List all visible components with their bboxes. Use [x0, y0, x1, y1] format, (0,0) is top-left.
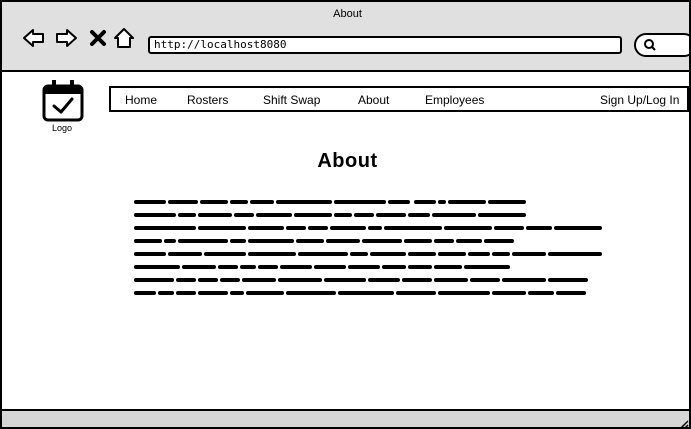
- back-arrow-icon[interactable]: [22, 26, 46, 50]
- status-bar: [2, 409, 689, 429]
- nav-rosters[interactable]: Rosters: [187, 93, 228, 107]
- nav-shift-swap[interactable]: Shift Swap: [263, 93, 320, 107]
- search-icon: [644, 39, 656, 51]
- resize-grip-icon[interactable]: [677, 418, 689, 429]
- logo-label: Logo: [52, 123, 73, 133]
- calendar-logo-icon[interactable]: [42, 78, 86, 122]
- browser-toolbar: About http://localhost8080: [2, 2, 689, 72]
- nav-home[interactable]: Home: [125, 93, 157, 107]
- page-title: About: [317, 150, 378, 172]
- window-title: About: [333, 8, 362, 20]
- nav-about[interactable]: About: [358, 93, 389, 107]
- search-button[interactable]: [634, 33, 689, 57]
- main-nav: Home Rosters Shift Swap About Employees …: [109, 86, 689, 112]
- nav-employees[interactable]: Employees: [425, 93, 484, 107]
- browser-window: About http://localhost8080 Logo Home Ros…: [0, 0, 691, 429]
- nav-signup-login[interactable]: Sign Up/Log In: [600, 93, 679, 107]
- home-icon[interactable]: [112, 26, 136, 50]
- close-icon[interactable]: [86, 26, 110, 50]
- forward-arrow-icon[interactable]: [54, 26, 78, 50]
- placeholder-text-block: [134, 200, 602, 295]
- address-bar[interactable]: http://localhost8080: [148, 36, 622, 54]
